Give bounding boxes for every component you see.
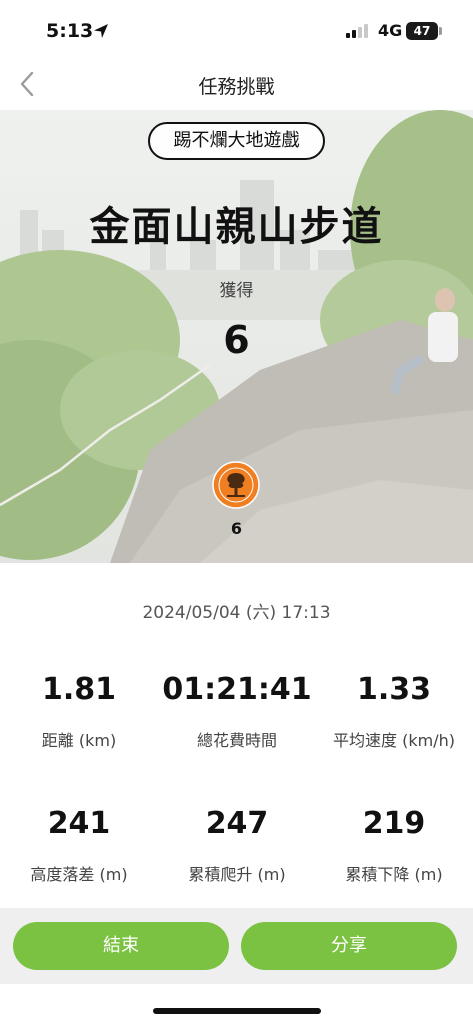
status-time: 5:13 (46, 20, 94, 42)
nav-bar: 任務挑戰 (0, 60, 473, 110)
stat-value: 219 (362, 806, 426, 841)
stat-total-ascent: 247 累積爬升 (m) (158, 806, 316, 885)
network-type: 4G (378, 21, 403, 40)
share-button[interactable]: 分享 (241, 922, 457, 970)
stat-total-descent: 219 累積下降 (m) (315, 806, 473, 885)
stat-total-time: 01:21:41 總花費時間 (158, 672, 316, 751)
tree-badge-icon (212, 461, 260, 509)
stat-label: 平均速度 (km/h) (333, 731, 455, 750)
battery-level: 47 (413, 24, 431, 38)
stat-label: 累積下降 (m) (345, 865, 443, 884)
page-title: 任務挑戰 (198, 76, 275, 98)
status-bar: 5:13 4G 47 (0, 0, 473, 60)
game-tag: 踢不爛大地遊戲 (148, 122, 325, 160)
earn-value: 6 (223, 318, 250, 362)
stat-value: 01:21:41 (162, 672, 312, 707)
stat-avg-speed: 1.33 平均速度 (km/h) (315, 672, 473, 751)
stat-value: 1.33 (356, 672, 432, 707)
stat-label: 累積爬升 (m) (188, 865, 286, 884)
bottom-action-bar: 結束 分享 (0, 908, 473, 984)
signal-icon (346, 24, 372, 38)
earn-label: 獲得 (219, 281, 254, 301)
badge-count: 6 (230, 519, 243, 538)
stat-elevation-diff: 241 高度落差 (m) (0, 806, 158, 885)
end-button[interactable]: 結束 (13, 922, 229, 970)
stat-label: 高度落差 (m) (30, 865, 128, 884)
stat-distance: 1.81 距離 (km) (0, 672, 158, 751)
hero-section: 踢不爛大地遊戲 金面山親山步道 獲得 6 6 (0, 110, 473, 563)
battery-cap (439, 27, 442, 35)
stat-value: 247 (205, 806, 269, 841)
record-date: 2024/05/04 (六) 17:13 (142, 603, 331, 623)
battery-icon: 47 (406, 22, 438, 40)
stat-label: 總花費時間 (196, 731, 277, 750)
location-arrow-icon (94, 24, 108, 38)
stat-value: 241 (47, 806, 111, 841)
home-indicator[interactable] (153, 1008, 321, 1014)
stat-value: 1.81 (41, 672, 117, 707)
stat-label: 距離 (km) (41, 731, 117, 750)
trail-name: 金面山親山步道 (89, 204, 384, 250)
